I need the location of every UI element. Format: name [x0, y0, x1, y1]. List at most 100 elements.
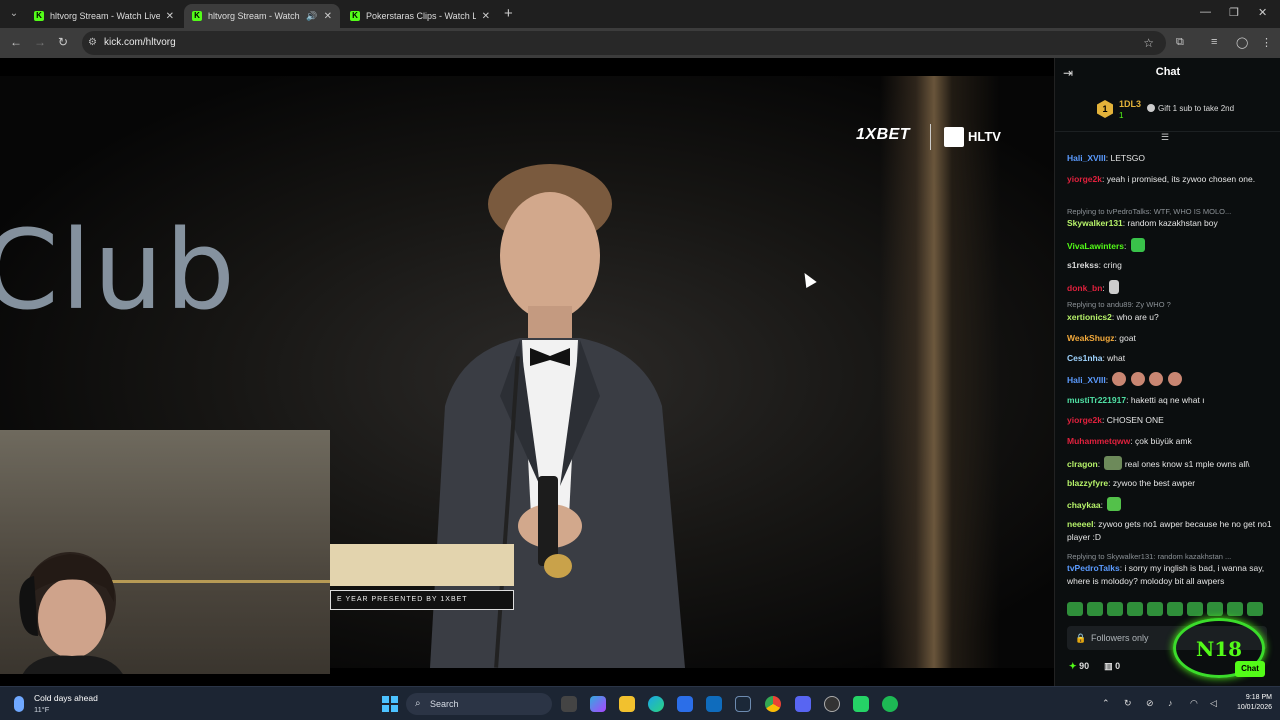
reply-context[interactable]: Replying to tvPedroTalks: WTF, WHO IS MO…	[1067, 207, 1273, 216]
tray-app-icon[interactable]: ⊘	[1146, 698, 1154, 709]
chat-message: neeeel: zywoo gets no1 awper because he …	[1067, 519, 1272, 542]
expand-pinned-icon[interactable]: ☰	[1161, 132, 1169, 143]
system-clock[interactable]: 9:18 PM 10/01/2026	[1232, 693, 1272, 713]
chat-username[interactable]: mustiTr221917	[1067, 395, 1126, 405]
media-controls-icon[interactable]: ≡	[1211, 36, 1217, 48]
emote-icon[interactable]	[1127, 602, 1143, 616]
restore-icon[interactable]: ❐	[1229, 6, 1239, 19]
reply-context[interactable]: Replying to Skywalker131: random kazakhs…	[1067, 552, 1273, 561]
kick-favicon-icon: K	[34, 11, 44, 21]
close-tab-icon[interactable]: ✕	[166, 11, 174, 22]
send-chat-button[interactable]: Chat	[1235, 661, 1265, 677]
emote-icon	[1130, 372, 1145, 386]
emote-icon[interactable]	[1107, 602, 1123, 616]
chrome-icon[interactable]	[765, 696, 781, 712]
discord-icon[interactable]	[795, 696, 811, 712]
microphone-icon[interactable]: ♪	[1168, 698, 1173, 708]
windows-start-icon[interactable]	[382, 696, 398, 712]
menu-icon[interactable]: ⋮	[1261, 36, 1272, 49]
tab-3[interactable]: K Pokerstaras Clips - Watch Live ✕	[342, 4, 498, 28]
gift-leaderboard[interactable]: 1 1DL3 1 Gift 1 sub to take 2nd	[1055, 88, 1280, 132]
reply-context[interactable]: Replying to andu89: Zy WHO ?	[1067, 300, 1273, 309]
chat-message: WeakShugz: goat	[1067, 333, 1136, 343]
emote-icon[interactable]	[1227, 602, 1243, 616]
emote-icon[interactable]	[1247, 602, 1263, 616]
tab-title: hltvorg Stream - Watch Live on	[50, 11, 160, 21]
video-player[interactable]: Club 1XBET HLTV E YEAR PRESENTED BY 1XBE…	[0, 58, 1054, 686]
weather-title[interactable]: Cold days ahead	[34, 693, 98, 703]
forward-icon[interactable]: →	[34, 35, 46, 49]
outlook-icon[interactable]	[706, 696, 722, 712]
chat-username[interactable]: neeeel	[1067, 519, 1093, 529]
spotify-icon[interactable]	[882, 696, 898, 712]
reload-icon[interactable]: ↻	[58, 35, 68, 49]
chat-text: what	[1107, 353, 1126, 363]
whatsapp-icon[interactable]	[853, 696, 869, 712]
chat-message: Hali_XVIII: LETSGO	[1067, 153, 1145, 163]
chat-username[interactable]: chaykaa	[1067, 500, 1101, 510]
emote-icon[interactable]	[1147, 602, 1163, 616]
chat-message: Muhammetqww: çok büyük amk	[1067, 436, 1192, 446]
address-bar[interactable]: ⚙ kick.com/hltvorg ☆	[82, 31, 1166, 55]
chat-username[interactable]: Muhammetqww	[1067, 436, 1130, 446]
task-view-icon[interactable]	[561, 696, 577, 712]
weather-icon[interactable]	[14, 696, 24, 712]
app-icon[interactable]	[824, 696, 840, 712]
close-tab-icon[interactable]: ✕	[482, 11, 490, 22]
points-icon[interactable]: ✦	[1069, 661, 1077, 671]
copilot-icon[interactable]	[590, 696, 606, 712]
edge-icon[interactable]	[648, 696, 664, 712]
chat-username[interactable]: blazzyfyre	[1067, 478, 1108, 488]
chat-username[interactable]: Hali_XVIII	[1067, 375, 1106, 385]
emote-icon[interactable]	[1087, 602, 1103, 616]
clock-time: 9:18 PM	[1245, 694, 1272, 701]
chat-username[interactable]: Hali_XVIII	[1067, 153, 1106, 163]
file-explorer-icon[interactable]	[619, 696, 635, 712]
emote-icon[interactable]	[1167, 602, 1183, 616]
emote-icon[interactable]	[1207, 602, 1223, 616]
gift-sub-prompt[interactable]: Gift 1 sub to take 2nd	[1147, 104, 1234, 113]
emote-icon[interactable]	[1067, 602, 1083, 616]
chat-username[interactable]: yiorge2k	[1067, 415, 1102, 425]
close-window-icon[interactable]: ✕	[1258, 6, 1267, 19]
taskbar-search[interactable]: ⌕ Search	[406, 693, 552, 715]
weather-temp: 11°F	[34, 705, 50, 714]
tab-1[interactable]: K hltvorg Stream - Watch Live on ✕	[26, 4, 182, 28]
close-tab-icon[interactable]: ✕	[324, 11, 332, 22]
chat-username[interactable]: Skywalker131	[1067, 218, 1123, 228]
chat-username[interactable]: tvPedroTalks	[1067, 563, 1120, 573]
minimize-icon[interactable]: —	[1200, 6, 1211, 18]
chat-message: xertionics2: who are u?	[1067, 312, 1159, 322]
tray-app-icon[interactable]: ↻	[1124, 698, 1132, 709]
lock-icon: 🔒	[1075, 633, 1087, 643]
wifi-icon[interactable]: ◠	[1190, 698, 1198, 709]
chat-text: goat	[1119, 333, 1136, 343]
emote-icon	[1109, 280, 1120, 294]
chat-username[interactable]: clragon	[1067, 459, 1098, 469]
emote-icon[interactable]	[1187, 602, 1203, 616]
site-info-icon[interactable]: ⚙	[88, 31, 97, 55]
bookmark-star-icon[interactable]: ☆	[1143, 31, 1154, 55]
tab-search-icon[interactable]: ⌄	[6, 6, 22, 22]
hltv-logo-icon	[944, 127, 964, 147]
store-icon[interactable]	[677, 696, 693, 712]
chat-username[interactable]: donk_bn	[1067, 283, 1102, 293]
chat-username[interactable]: Ces1nha	[1067, 353, 1102, 363]
volume-icon[interactable]: ◁	[1210, 698, 1217, 709]
back-icon[interactable]: ←	[10, 35, 22, 49]
new-tab-icon[interactable]: +	[504, 5, 513, 22]
chat-username[interactable]: WeakShugz	[1067, 333, 1115, 343]
speaker-icon[interactable]: 🔊	[306, 11, 317, 22]
chat-username[interactable]: xertionics2	[1067, 312, 1112, 322]
steam-icon[interactable]	[735, 696, 751, 712]
extensions-icon[interactable]: ⧉	[1176, 36, 1184, 49]
tray-overflow-icon[interactable]: ⌃	[1102, 698, 1110, 709]
webcam-railing	[110, 580, 330, 674]
tab-2-active[interactable]: K hltvorg Stream - Watch Live 🔊 ✕	[184, 4, 340, 28]
kick-favicon-icon: K	[192, 11, 202, 21]
chat-username[interactable]: yiorge2k	[1067, 174, 1102, 184]
chat-username[interactable]: VivaLawinters	[1067, 241, 1124, 251]
gift-box-icon[interactable]: ▥	[1104, 661, 1113, 671]
profile-icon[interactable]: ◯	[1236, 36, 1248, 49]
chat-username[interactable]: s1rekss	[1067, 260, 1099, 270]
